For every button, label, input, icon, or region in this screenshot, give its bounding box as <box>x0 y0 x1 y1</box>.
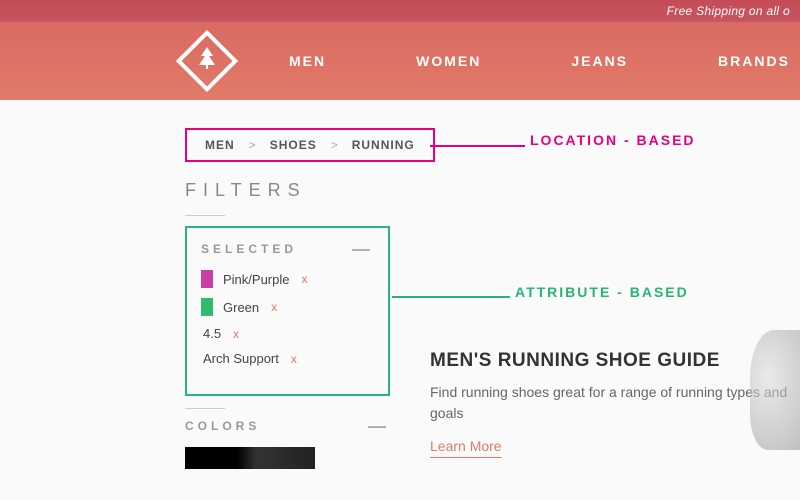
selected-filters-panel: SELECTED — Pink/Purple x Green x 4.5 x A… <box>185 226 390 396</box>
swatch-icon <box>201 270 213 288</box>
collapse-icon[interactable]: — <box>368 421 390 431</box>
logo-icon[interactable] <box>176 30 238 92</box>
promo-text: Free Shipping on all o <box>667 4 790 18</box>
swatch-icon <box>201 298 213 316</box>
selected-filter-label: Pink/Purple <box>223 272 289 287</box>
colors-label-text: COLORS <box>185 419 260 433</box>
annotation-location: LOCATION - BASED <box>530 132 696 148</box>
breadcrumb-item[interactable]: MEN <box>205 138 235 152</box>
selected-filter-label: Arch Support <box>203 351 279 366</box>
breadcrumb-item[interactable]: SHOES <box>270 138 317 152</box>
selected-filter-row: 4.5 x <box>201 326 374 341</box>
divider <box>185 408 225 409</box>
breadcrumb: MEN > SHOES > RUNNING <box>185 128 435 162</box>
selected-filter-row: Arch Support x <box>201 351 374 366</box>
selected-filter-row: Pink/Purple x <box>201 270 374 288</box>
selected-label-text: SELECTED <box>201 242 297 256</box>
color-swatches[interactable] <box>185 447 315 469</box>
remove-filter-button[interactable]: x <box>301 272 307 286</box>
shoe-guide-card: MEN'S RUNNING SHOE GUIDE Find running sh… <box>430 350 800 456</box>
nav-item-jeans[interactable]: JEANS <box>571 53 628 69</box>
filters-heading: FILTERS <box>185 180 800 201</box>
remove-filter-button[interactable]: x <box>233 327 239 341</box>
annotation-line <box>430 145 525 147</box>
divider <box>185 215 225 216</box>
remove-filter-button[interactable]: x <box>271 300 277 314</box>
nav-item-women[interactable]: WOMEN <box>416 53 481 69</box>
chevron-right-icon: > <box>331 138 338 152</box>
colors-section: COLORS — <box>185 408 390 469</box>
guide-title: MEN'S RUNNING SHOE GUIDE <box>430 350 800 372</box>
colors-label: COLORS — <box>185 419 390 433</box>
nav-item-men[interactable]: MEN <box>289 53 326 69</box>
annotation-line <box>392 296 510 298</box>
collapse-icon[interactable]: — <box>352 244 374 254</box>
nav-item-brands[interactable]: BRANDS <box>718 53 790 69</box>
chevron-right-icon: > <box>249 138 256 152</box>
breadcrumb-item[interactable]: RUNNING <box>352 138 415 152</box>
selected-label: SELECTED — <box>201 242 374 256</box>
nav-bar: MEN WOMEN JEANS BRANDS <box>0 22 800 100</box>
learn-more-link[interactable]: Learn More <box>430 438 502 454</box>
selected-filter-label: Green <box>223 300 259 315</box>
selected-filter-row: Green x <box>201 298 374 316</box>
shoe-image <box>750 330 800 450</box>
selected-filter-label: 4.5 <box>203 326 221 341</box>
guide-description: Find running shoes great for a range of … <box>430 382 800 424</box>
remove-filter-button[interactable]: x <box>291 352 297 366</box>
promo-bar: Free Shipping on all o <box>0 0 800 22</box>
tree-icon <box>197 47 217 75</box>
annotation-attribute: ATTRIBUTE - BASED <box>515 284 689 300</box>
